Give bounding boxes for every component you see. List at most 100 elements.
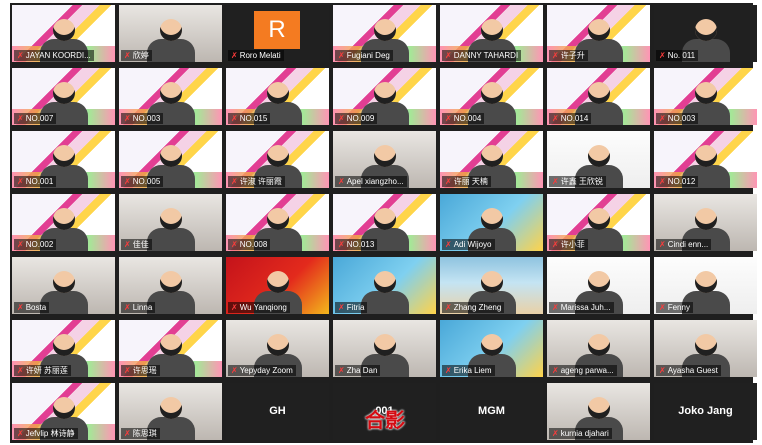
participant-name-label: ✗ Fugiani Deg: [335, 50, 393, 61]
participant-tile[interactable]: ✗ NO.009: [333, 68, 436, 125]
participant-name: Fenny: [667, 303, 690, 312]
participant-tile[interactable]: ✗ 欣婷: [119, 5, 222, 62]
participant-tile[interactable]: ✗ Bosta: [12, 257, 115, 314]
person-head: [374, 19, 396, 41]
person-head: [53, 19, 75, 41]
mic-muted-icon: ✗: [17, 239, 24, 249]
participant-tile[interactable]: ✗ NO.013: [333, 194, 436, 251]
participant-tile[interactable]: ✗ NO.003: [654, 68, 757, 125]
participant-name-label: ✗ Yepyday Zoom: [228, 365, 296, 376]
participant-tile[interactable]: R ✗ Roro Melati: [226, 5, 329, 62]
participant-name-large: Joko Jang: [678, 405, 733, 417]
participant-tile[interactable]: ✗ NO.005: [119, 131, 222, 188]
participant-tile[interactable]: ✗ Zha Dan: [333, 320, 436, 377]
participant-tile[interactable]: ✗ NO.012: [654, 131, 757, 188]
mic-muted-icon: ✗: [659, 239, 666, 249]
participant-name: Cindi enn...: [667, 240, 709, 249]
participant-tile[interactable]: ✗ Jefvlip 林诗静: [12, 383, 115, 440]
participant-name: NO.007: [25, 114, 54, 123]
participant-tile[interactable]: ✗ NO.003: [119, 68, 222, 125]
mic-muted-icon: ✗: [552, 176, 559, 186]
participant-name-label: ✗ Linna: [121, 302, 156, 313]
participant-tile[interactable]: ✗ NO.015: [226, 68, 329, 125]
participant-tile[interactable]: ✗ 佳佳: [119, 194, 222, 251]
mic-muted-icon: ✗: [338, 365, 345, 375]
participant-tile[interactable]: ✗ 许妍 苏丽莲: [12, 320, 115, 377]
person-head: [53, 334, 75, 356]
person-head: [695, 208, 717, 230]
participant-name: NO.004: [453, 114, 482, 123]
participant-tile[interactable]: GH: [226, 383, 329, 440]
participant-tile[interactable]: ✗ DANNY TAHARDI: [440, 5, 543, 62]
mic-muted-icon: ✗: [17, 176, 24, 186]
participant-tile[interactable]: ✗ Erika Liem: [440, 320, 543, 377]
participant-tile[interactable]: ✗ NO.002: [12, 194, 115, 251]
participant-tile[interactable]: ✗ Adi Wijoyo: [440, 194, 543, 251]
mic-muted-icon: ✗: [659, 113, 666, 123]
participant-tile[interactable]: ✗ 许子升: [547, 5, 650, 62]
participant-tile[interactable]: ✗ 许淑 许丽霞: [226, 131, 329, 188]
participant-tile[interactable]: ✗ JAYAN KOORDI...: [12, 5, 115, 62]
participant-name-label: ✗ NO.009: [335, 113, 378, 124]
person-head: [588, 145, 610, 167]
participant-name: 许子升: [560, 51, 585, 60]
participant-tile[interactable]: ✗ NO.007: [12, 68, 115, 125]
participant-name-label: ✗ Apel xiangzho...: [335, 176, 407, 187]
participant-tile[interactable]: ✗ Fugiani Deg: [333, 5, 436, 62]
participant-name: 许鑫 王欣锐: [560, 177, 603, 186]
mic-muted-icon: ✗: [124, 365, 131, 375]
participant-name: 许妍 苏丽莲: [25, 366, 68, 375]
participant-tile[interactable]: ✗ Cindi enn...: [654, 194, 757, 251]
participant-tile[interactable]: ✗ 许鑫 王欣锐: [547, 131, 650, 188]
participant-tile[interactable]: ✗ kurnia djahari: [547, 383, 650, 440]
participant-name-label: ✗ Fenny: [656, 302, 693, 313]
person-head: [588, 334, 610, 356]
participant-tile[interactable]: ✗ Apel xiangzho...: [333, 131, 436, 188]
participant-name-label: ✗ NO.008: [228, 239, 271, 250]
participant-tile[interactable]: ✗ Yepyday Zoom: [226, 320, 329, 377]
participant-name-label: ✗ 许子升: [549, 50, 588, 61]
participant-name-label: ✗ JAYAN KOORDI...: [14, 50, 94, 61]
participant-tile[interactable]: ✗ Zhang Zheng: [440, 257, 543, 314]
person-head: [267, 208, 289, 230]
participant-tile[interactable]: ✗ Fitria: [333, 257, 436, 314]
person-head: [160, 19, 182, 41]
participant-tile[interactable]: Joko Jang: [654, 383, 757, 440]
participant-tile[interactable]: ✗ ageng parwa...: [547, 320, 650, 377]
participant-tile[interactable]: ✗ NO.001: [12, 131, 115, 188]
participant-name: Fitria: [346, 303, 365, 312]
mic-muted-icon: ✗: [338, 113, 345, 123]
participant-tile[interactable]: ✗ NO.014: [547, 68, 650, 125]
person-head: [588, 208, 610, 230]
mic-muted-icon: ✗: [231, 176, 238, 186]
participant-tile[interactable]: ✗ NO.008: [226, 194, 329, 251]
participant-name: NO.008: [239, 240, 268, 249]
participant-name: ageng parwa...: [560, 366, 614, 375]
participant-name-label: ✗ Erika Liem: [442, 365, 495, 376]
participant-tile[interactable]: ✗ 陈思琪: [119, 383, 222, 440]
mic-muted-icon: ✗: [552, 239, 559, 249]
participant-tile[interactable]: ✗ Linna: [119, 257, 222, 314]
participant-tile[interactable]: ✗ Fenny: [654, 257, 757, 314]
participant-tile[interactable]: ✗ NO.004: [440, 68, 543, 125]
participant-name-label: ✗ NO.012: [656, 176, 699, 187]
participant-name: Apel xiangzho...: [346, 177, 404, 186]
mic-muted-icon: ✗: [445, 239, 452, 249]
person-head: [53, 271, 75, 293]
participant-tile[interactable]: ✗ 许小菲: [547, 194, 650, 251]
participant-tile[interactable]: MGM: [440, 383, 543, 440]
mic-muted-icon: ✗: [338, 50, 345, 60]
mic-muted-icon: ✗: [659, 50, 666, 60]
participant-tile[interactable]: ✗ Marissa Juh...: [547, 257, 650, 314]
participant-tile[interactable]: ✗ No. 011: [654, 5, 757, 62]
participant-name: 欣婷: [132, 51, 149, 60]
mic-muted-icon: ✗: [124, 113, 131, 123]
participant-name-label: ✗ NO.013: [335, 239, 378, 250]
participant-name-label: ✗ 许丽 天楠: [442, 176, 491, 187]
participant-tile[interactable]: ✗ 许丽 天楠: [440, 131, 543, 188]
group-photo-caption: 合影: [365, 410, 405, 432]
avatar-initial: R: [254, 11, 300, 49]
participant-tile[interactable]: ✗ 许思瑶: [119, 320, 222, 377]
participant-tile[interactable]: ✗ Wu Yanqiong: [226, 257, 329, 314]
participant-tile[interactable]: ✗ Ayasha Guest: [654, 320, 757, 377]
